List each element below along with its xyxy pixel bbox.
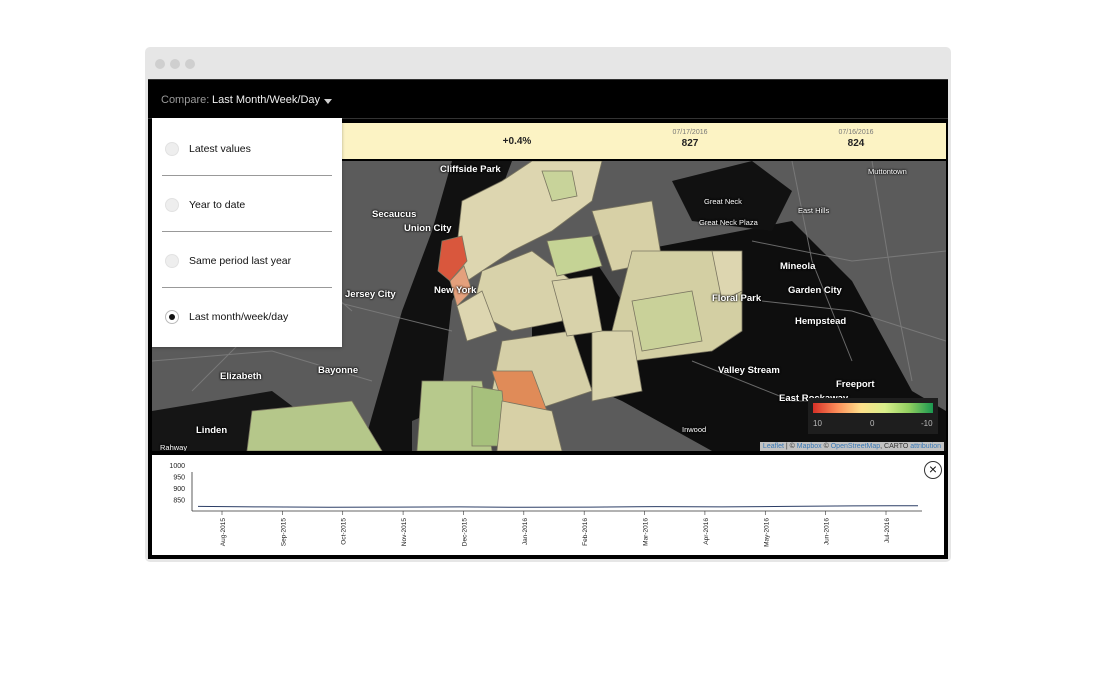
- radio-button[interactable]: [165, 198, 179, 212]
- y-tick-label: 950: [173, 475, 185, 482]
- place-label: Linden: [196, 425, 228, 436]
- window-close-dot[interactable]: [155, 59, 165, 69]
- compare-label: Compare:: [161, 94, 210, 106]
- y-tick-label: 1000: [169, 463, 185, 470]
- place-label: Freeport: [836, 379, 875, 390]
- series-line: [197, 505, 919, 508]
- y-tick-label: 850: [173, 498, 185, 505]
- stat-change: +0.4%: [457, 136, 577, 147]
- compare-bar: Compare: Last Month/Week/Day: [148, 79, 948, 119]
- place-label: Floral Park: [712, 293, 762, 304]
- compare-option-last-month-week-day[interactable]: Last month/week/day: [152, 286, 342, 342]
- radio-button-selected[interactable]: [165, 310, 179, 324]
- place-label: Elizabeth: [220, 371, 262, 382]
- close-icon[interactable]: ×: [924, 461, 942, 479]
- x-tick-label: Oct-2015: [341, 518, 348, 545]
- option-label: Same period last year: [189, 255, 292, 267]
- compare-option-same-period-last-year[interactable]: Same period last year: [152, 230, 342, 288]
- timeline-chart[interactable]: 1000 950 900 850 Aug-2015 Sep-2015 Oct-2015 Nov…: [152, 455, 924, 555]
- map-attribution: Leaflet | © Mapbox © OpenStreetMap, CART…: [759, 442, 944, 451]
- y-tick-label: 900: [173, 486, 185, 493]
- attribution-link[interactable]: attribution: [910, 443, 941, 450]
- compare-option-year-to-date[interactable]: Year to date: [152, 174, 342, 232]
- place-label: Jersey City: [345, 289, 396, 300]
- map-legend: 10 0 -10: [808, 398, 938, 434]
- stat-current: 07/17/2016 827: [630, 129, 750, 149]
- legend-gradient: [813, 403, 933, 413]
- x-tick-label: Jan-2016: [522, 518, 529, 545]
- stat-previous-value: 824: [847, 138, 865, 149]
- attribution-carto: , CARTO: [880, 443, 911, 450]
- radio-button[interactable]: [165, 142, 179, 156]
- x-tick-label: Sep-2015: [280, 518, 287, 547]
- place-label: New York: [434, 285, 477, 296]
- x-tick-label: Nov-2015: [401, 518, 408, 547]
- window-titlebar: [145, 47, 951, 79]
- stat-current-date: 07/17/2016: [672, 129, 708, 136]
- place-label: Great Neck: [704, 197, 742, 206]
- radio-button[interactable]: [165, 254, 179, 268]
- legend-label-right: -10: [921, 419, 933, 428]
- compare-option-latest-values[interactable]: Latest values: [152, 118, 342, 176]
- compare-select[interactable]: Last Month/Week/Day: [212, 94, 320, 106]
- place-label: East Hills: [798, 206, 830, 215]
- place-label: Mineola: [780, 261, 816, 272]
- mapbox-link[interactable]: Mapbox: [797, 443, 822, 450]
- timeline-chart-panel: 1000 950 900 850 Aug-2015 Sep-2015 Oct-2015 Nov…: [152, 455, 944, 555]
- x-tick-label: Mar-2016: [643, 518, 650, 546]
- x-tick-label: Jun-2016: [824, 518, 831, 545]
- x-tick-label: Dec-2015: [461, 518, 468, 547]
- window-minimize-dot[interactable]: [170, 59, 180, 69]
- place-label: Garden City: [788, 285, 842, 296]
- chevron-down-icon[interactable]: [324, 99, 332, 104]
- stat-previous: 07/16/2016 824: [796, 129, 916, 149]
- attribution-sep: ©: [821, 443, 831, 450]
- stat-current-value: 827: [681, 138, 699, 149]
- x-tick-label: Jul-2016: [884, 518, 891, 543]
- x-tick-label: Apr-2016: [703, 518, 710, 545]
- place-label: Union City: [404, 223, 452, 234]
- place-label: Inwood: [682, 425, 707, 434]
- option-label: Latest values: [189, 143, 251, 155]
- place-label: Bayonne: [318, 365, 359, 376]
- option-label: Year to date: [189, 199, 246, 211]
- x-tick-label: Aug-2015: [220, 518, 227, 547]
- place-label: Secaucus: [372, 209, 417, 220]
- stat-previous-date: 07/16/2016: [838, 129, 874, 136]
- stat-change-value: +0.4%: [502, 136, 532, 147]
- place-label: Rahway: [160, 443, 188, 451]
- place-label: Hempstead: [795, 316, 847, 327]
- option-label: Last month/week/day: [189, 311, 289, 323]
- place-label: Cliffside Park: [440, 164, 501, 175]
- x-tick-label: May-2016: [763, 518, 770, 547]
- attribution-sep: | ©: [783, 443, 797, 450]
- legend-label-mid: 0: [870, 419, 875, 428]
- osm-link[interactable]: OpenStreetMap: [831, 443, 880, 450]
- leaflet-link[interactable]: Leaflet: [763, 443, 784, 450]
- place-label: Muttontown: [868, 167, 907, 176]
- compare-dropdown: Latest values Year to date Same period l…: [152, 118, 342, 347]
- window-zoom-dot[interactable]: [185, 59, 195, 69]
- legend-label-left: 10: [813, 419, 822, 428]
- place-label: Great Neck Plaza: [699, 218, 758, 227]
- place-label: Valley Stream: [718, 365, 780, 376]
- x-tick-label: Feb-2016: [582, 518, 589, 546]
